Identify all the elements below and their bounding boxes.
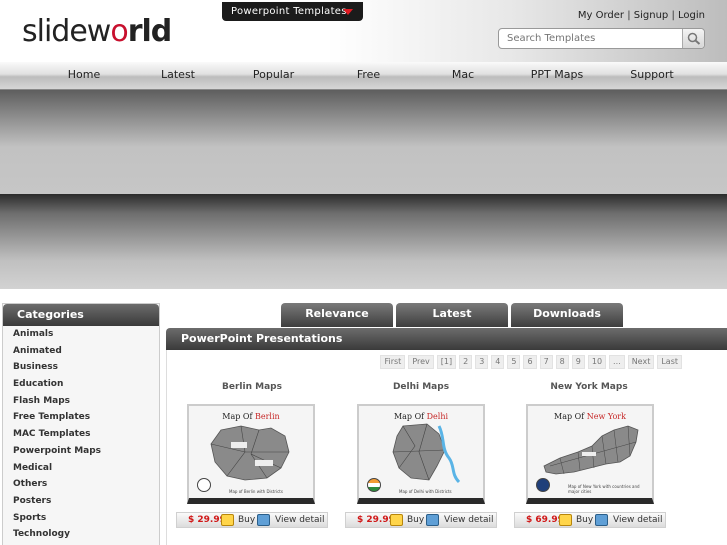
logo-text-o: o [110,14,128,49]
login-link[interactable]: Login [678,10,705,21]
nav-support[interactable]: Support [624,62,680,90]
page-link[interactable]: 3 [475,355,489,369]
page-link[interactable]: 10 [587,355,607,369]
thumbnail-title-prefix: Map Of [554,412,587,421]
page-first[interactable]: First [380,355,406,369]
account-links: My Order | Signup | Login [577,10,705,21]
page-link[interactable]: 9 [571,355,585,369]
page-link[interactable]: 7 [539,355,553,369]
berlin-seal-icon [197,478,211,492]
page-current: [1] [436,355,457,369]
main-nav: Home Latest Popular Free Mac PPT Maps Su… [0,62,727,90]
category-item[interactable]: Technology [3,526,159,543]
product-thumbnail[interactable]: Map Of Delhi Map of Delhi with Districts [357,404,485,504]
category-item[interactable]: Others [3,476,159,493]
tab-downloads[interactable]: Downloads [511,303,623,327]
category-item[interactable]: Posters [3,493,159,510]
zoom-icon[interactable] [595,514,608,526]
my-order-link[interactable]: My Order [578,10,624,21]
buy-bar: $ 29.99 Buy View detail [345,512,497,528]
category-item[interactable]: Free Templates [3,409,159,426]
buy-button[interactable]: Buy [576,513,593,527]
logo-text-part2: rld [127,14,173,49]
search-box [498,28,705,49]
view-detail-link[interactable]: View detail [444,513,494,527]
pagination: First Prev [1] 2 3 4 5 6 7 8 9 10 ... Ne… [380,355,682,369]
nav-latest[interactable]: Latest [152,62,204,90]
page-prev[interactable]: Prev [408,355,434,369]
search-input[interactable] [499,29,679,48]
thumbnail-title-city: New York [586,412,626,421]
thumbnail-caption: Map of Delhi with Districts [399,489,452,494]
nav-home[interactable]: Home [58,62,110,90]
product-thumbnail[interactable]: Map Of New York Map of New York with cou… [526,404,654,504]
berlin-map-icon [210,425,290,481]
zoom-icon[interactable] [257,514,270,526]
templates-dropdown[interactable]: Powerpoint Templates [222,2,363,21]
product-thumbnail[interactable]: Map Of Berlin Map of Berlin with Distric… [187,404,315,504]
category-item[interactable]: Flash Maps [3,393,159,410]
thumbnail-title-prefix: Map Of [222,412,255,421]
product-title[interactable]: New York Maps [519,382,659,392]
tab-relevance[interactable]: Relevance [281,303,393,327]
category-item[interactable]: MAC Templates [3,426,159,443]
magnifier-icon [687,32,701,45]
caret-down-icon [343,9,353,15]
buy-button[interactable]: Buy [407,513,424,527]
page-link[interactable]: 8 [555,355,569,369]
category-item[interactable]: Animals [3,326,159,343]
page-link[interactable]: 6 [523,355,537,369]
category-item[interactable]: Powerpoint Maps [3,443,159,460]
product-title[interactable]: Delhi Maps [351,382,491,392]
thumbnail-title: Map Of Delhi [359,412,483,421]
delhi-map-icon [392,423,461,484]
page-link[interactable]: 5 [507,355,521,369]
nav-mac[interactable]: Mac [442,62,484,90]
nav-popular[interactable]: Popular [246,62,301,90]
view-detail-link[interactable]: View detail [613,513,663,527]
new-york-seal-icon [536,478,550,492]
thumbnail-title-city: Delhi [426,412,449,421]
india-flag-icon [367,478,381,492]
category-item[interactable]: Medical [3,460,159,477]
logo-text-part1: slidew [22,14,111,49]
new-york-map-icon [543,425,639,475]
nav-free[interactable]: Free [346,62,391,90]
thumbnail-title: Map Of Berlin [189,412,313,421]
buy-bar: $ 29.99 Buy View detail [176,512,328,528]
panel-title: PowerPoint Presentations [166,328,727,350]
nav-ppt-maps[interactable]: PPT Maps [524,62,590,90]
category-item[interactable]: Animated [3,343,159,360]
category-item[interactable]: Business [3,359,159,376]
templates-dropdown-label: Powerpoint Templates [231,6,347,17]
signup-link[interactable]: Signup [634,10,669,21]
categories-sidebar: Categories Animals Animated Business Edu… [2,303,160,545]
page-link[interactable]: 4 [491,355,505,369]
thumbnail-caption: Map of New York with countries and major… [568,484,640,494]
product-title[interactable]: Berlin Maps [182,382,322,392]
category-item[interactable]: Education [3,376,159,393]
buy-button[interactable]: Buy [238,513,255,527]
page-last[interactable]: Last [657,355,682,369]
site-logo[interactable]: slideworld [22,14,173,49]
buy-bar: $ 69.99 Buy View detail [514,512,666,528]
category-item[interactable]: Sports [3,510,159,527]
search-button[interactable] [682,29,704,48]
page-link[interactable]: 2 [459,355,473,369]
cart-icon[interactable] [390,514,403,526]
thumbnail-title: Map Of New York [528,412,652,421]
cart-icon[interactable] [559,514,572,526]
cart-icon[interactable] [221,514,234,526]
categories-title: Categories [3,304,159,326]
site-header: slideworld Powerpoint Templates My Order… [0,0,727,62]
hero-banner [0,90,727,289]
page-ellipsis: ... [609,355,625,369]
page-next[interactable]: Next [627,355,655,369]
view-detail-link[interactable]: View detail [275,513,325,527]
thumbnail-title-city: Berlin [254,412,280,421]
tab-latest[interactable]: Latest [396,303,508,327]
thumbnail-title-prefix: Map Of [393,412,427,421]
zoom-icon[interactable] [426,514,439,526]
thumbnail-caption: Map of Berlin with Districts [229,489,283,494]
